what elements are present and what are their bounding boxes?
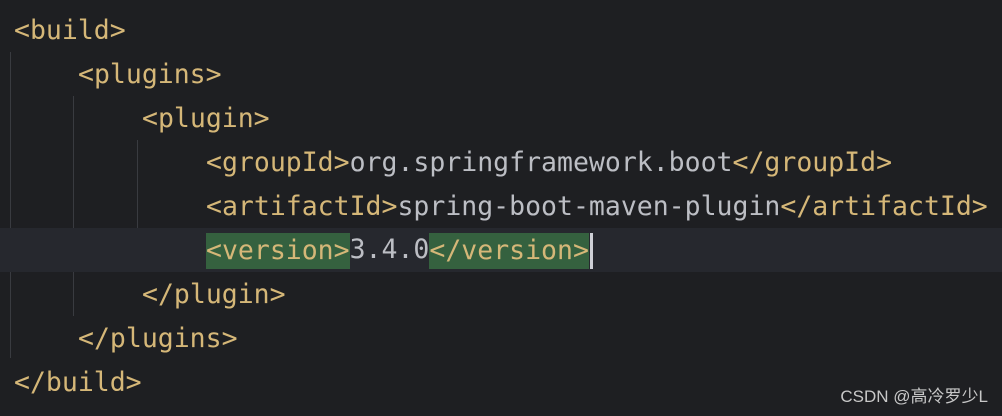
xml-text: spring-boot-maven-plugin <box>397 191 781 222</box>
code-line[interactable]: <plugin> <box>0 97 1002 141</box>
xml-tag-close: </plugins> <box>78 323 238 354</box>
xml-tag-close: </groupId> <box>732 147 893 178</box>
code-editor[interactable]: <build> <plugins> <plugin> <groupId>org.… <box>0 0 1002 416</box>
code-line[interactable]: <artifactId>spring-boot-maven-plugin</ar… <box>0 185 1002 229</box>
code-line[interactable]: </plugins> <box>0 317 1002 361</box>
xml-tag-open: <plugin> <box>142 103 270 134</box>
xml-tag-open-matched: <version> <box>206 232 350 269</box>
code-line[interactable]: <build> <box>0 9 1002 53</box>
xml-tag-open: <plugins> <box>78 59 222 90</box>
xml-tag-close: </artifactId> <box>780 191 988 222</box>
code-line[interactable]: </plugin> <box>0 273 1002 317</box>
xml-tag-open: <artifactId> <box>206 191 398 222</box>
xml-text: 3.4.0 <box>349 234 430 265</box>
current-code-line[interactable]: <version>3.4.0</version> <box>0 228 1002 272</box>
xml-tag-close-matched: </version> <box>429 232 589 269</box>
code-line[interactable]: <groupId>org.springframework.boot</group… <box>0 141 1002 185</box>
xml-tag-open: <build> <box>14 15 126 46</box>
xml-text: org.springframework.boot <box>349 147 733 178</box>
xml-tag-close: </build> <box>14 367 142 398</box>
code-line[interactable]: <plugins> <box>0 53 1002 97</box>
text-caret <box>589 232 593 269</box>
xml-tag-open: <groupId> <box>206 147 350 178</box>
watermark: CSDN @高冷罗少L <box>840 387 988 406</box>
xml-tag-close: </plugin> <box>142 279 286 310</box>
